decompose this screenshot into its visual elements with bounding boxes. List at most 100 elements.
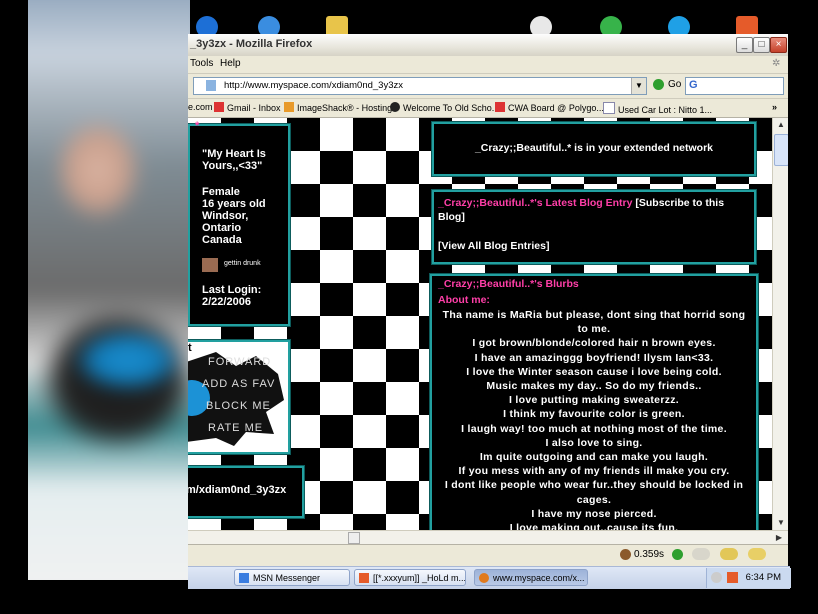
about-me-label: About me: [438, 294, 490, 306]
weather-icon[interactable] [692, 548, 710, 560]
page-content: * "My Heart Is Yours,,<33" Female 16 yea… [188, 118, 772, 530]
clock: 6:34 PM [745, 572, 781, 583]
rate-me-link[interactable]: RATE ME [208, 422, 263, 434]
blurred-background [28, 0, 190, 580]
url-text: http://www.myspace.com/xdiam0nd_3y3zx [224, 80, 403, 91]
page-icon [603, 102, 615, 114]
scroll-right-icon[interactable]: ▶ [772, 531, 786, 545]
last-login-date: 2/22/2006 [202, 296, 251, 308]
blurbs-title: _Crazy;;Beautiful..*'s Blurbs [438, 278, 579, 290]
maximize-button[interactable]: □ [753, 37, 770, 53]
msn-icon [239, 573, 249, 583]
page-icon [206, 80, 216, 91]
profile-age: 16 years old [202, 198, 266, 210]
taskbar: MSN Messenger [[*.xxxyum]] _HoLd m... ww… [188, 566, 791, 589]
menu-tools[interactable]: Tools [190, 58, 213, 69]
go-button[interactable]: Go [653, 79, 681, 90]
bookmark-item[interactable]: Gmail - Inbox [214, 102, 281, 113]
extended-network-box: _Crazy;;Beautiful..* is in your extended… [432, 122, 756, 176]
scroll-up-icon[interactable]: ▲ [774, 118, 788, 132]
about-me-line: Im quite outgoing and can make you laugh… [479, 451, 709, 464]
more-bookmarks-icon[interactable]: » [772, 102, 777, 112]
go-arrow-icon [653, 79, 664, 90]
weather-sun-icon[interactable] [748, 548, 766, 560]
google-icon: G [689, 79, 698, 91]
window-title: _3y3zx - Mozilla Firefox [190, 38, 313, 50]
menu-help[interactable]: Help [220, 58, 241, 69]
profile-province: Ontario [202, 222, 242, 234]
blog-title[interactable]: _Crazy;;Beautiful..*'s Latest Blog Entry [438, 197, 632, 209]
about-me-line: I got brown/blonde/colored hair n brown … [472, 337, 716, 350]
navigation-toolbar: http://www.myspace.com/xdiam0nd_3y3zx ▼ … [188, 74, 788, 99]
tray-myspace-icon[interactable] [727, 572, 738, 583]
add-as-fav-link[interactable]: ADD AS FAV [202, 378, 275, 390]
bookmark-item[interactable]: Welcome To Old Scho... [390, 102, 499, 113]
title-bar: _3y3zx - Mozilla Firefox _ □ × [188, 34, 788, 57]
about-me-line: Music makes my day.. So do my friends.. [486, 380, 702, 393]
last-login-label: Last Login: [202, 284, 262, 296]
forward-link[interactable]: FORWARD [208, 356, 271, 368]
profile-url-box: m/xdiam0nd_3y3zx [188, 466, 304, 518]
profile-city: Windsor, [202, 210, 249, 222]
status-ok-icon [672, 549, 683, 560]
search-input[interactable]: G [685, 77, 784, 95]
imageshack-icon [284, 102, 294, 112]
about-me-text: Tha name is MaRia but please, dont sing … [438, 308, 750, 530]
vertical-scrollbar[interactable]: ▲ ▼ [772, 118, 788, 530]
extended-network-text: _Crazy;;Beautiful..* is in your extended… [474, 142, 714, 154]
url-input[interactable]: http://www.myspace.com/xdiam0nd_3y3zx ▼ [193, 77, 647, 95]
desktop-icons-strip [190, 12, 790, 38]
gmail-icon [214, 102, 224, 112]
bookmarks-toolbar: e.com Gmail - Inbox ImageShack® - Hostin… [188, 99, 788, 118]
about-me-line: I also love to sing. [545, 436, 643, 449]
gmail-icon [495, 102, 505, 112]
firefox-window: _3y3zx - Mozilla Firefox _ □ × Tools Hel… [188, 34, 788, 586]
blurbs-box: _Crazy;;Beautiful..*'s Blurbs About me: … [430, 274, 758, 530]
profile-info-box: * "My Heart Is Yours,,<33" Female 16 yea… [188, 120, 290, 326]
system-tray: 6:34 PM [706, 568, 791, 588]
profile-quote: "My Heart Is Yours,,<33" [202, 148, 266, 172]
about-me-line: I think my favourite color is green. [503, 408, 685, 421]
about-me-line: I laugh way! too much at nothing most of… [461, 422, 727, 435]
firefox-icon [479, 573, 489, 583]
task-msn[interactable]: MSN Messenger [234, 569, 350, 586]
bookmark-item[interactable]: e.com [188, 102, 213, 112]
contact-box: t FORWARD ADD AS FAV BLOCK ME RATE ME [188, 340, 290, 454]
weather-sun-icon[interactable] [720, 548, 738, 560]
blog-box: _Crazy;;Beautiful..*'s Latest Blog Entry… [432, 190, 756, 264]
profile-name-fragment: * [195, 120, 200, 132]
close-button[interactable]: × [770, 37, 787, 53]
about-me-line: I have my nose pierced. [531, 507, 657, 520]
about-me-line: I dont like people who wear fur..they sh… [444, 479, 744, 506]
about-me-line: I love making out..cause its fun. [509, 522, 679, 530]
url-dropdown-icon[interactable]: ▼ [631, 78, 646, 94]
status-bar: 0.359s [188, 544, 788, 565]
menu-bar: Tools Help ✲ [188, 56, 788, 74]
profile-url-text: m/xdiam0nd_3y3zx [188, 484, 287, 496]
skull-icon [390, 102, 400, 112]
bookmark-item[interactable]: CWA Board @ Polygo... [495, 102, 604, 113]
profile-gender: Female [202, 186, 240, 198]
scroll-down-icon[interactable]: ▼ [774, 516, 788, 530]
horizontal-scrollbar[interactable]: ▶ [188, 530, 788, 545]
bookmark-item[interactable]: ImageShack® - Hosting [284, 102, 392, 113]
task-firefox[interactable]: www.myspace.com/x... [474, 569, 588, 586]
bookmark-item[interactable]: Used Car Lot : Nitto 1... [603, 102, 712, 115]
view-all-blogs-link[interactable]: [View All Blog Entries] [438, 240, 549, 252]
minimize-button[interactable]: _ [736, 37, 753, 53]
load-time: 0.359s [634, 549, 665, 560]
block-me-link[interactable]: BLOCK ME [206, 400, 271, 412]
about-me-line: I have an amazinggg boyfriend! Ilysm Ian… [474, 351, 714, 364]
profile-country: Canada [202, 234, 242, 246]
mood-icon [202, 258, 218, 272]
cookie-icon [620, 549, 631, 560]
about-me-line: I love putting making sweaterzz. [508, 394, 680, 407]
scroll-thumb[interactable] [774, 134, 788, 166]
throbber-icon: ✲ [772, 58, 781, 69]
tray-arrow-icon[interactable] [711, 572, 722, 583]
about-me-line: If you mess with any of my friends ill m… [458, 465, 730, 478]
task-myspace-mail[interactable]: [[*.xxxyum]] _HoLd m... [354, 569, 466, 586]
mood-text: gettin drunk [224, 260, 261, 267]
about-me-line: Tha name is MaRia but please, dont sing … [442, 309, 746, 336]
scroll-grip-icon[interactable] [348, 532, 360, 544]
